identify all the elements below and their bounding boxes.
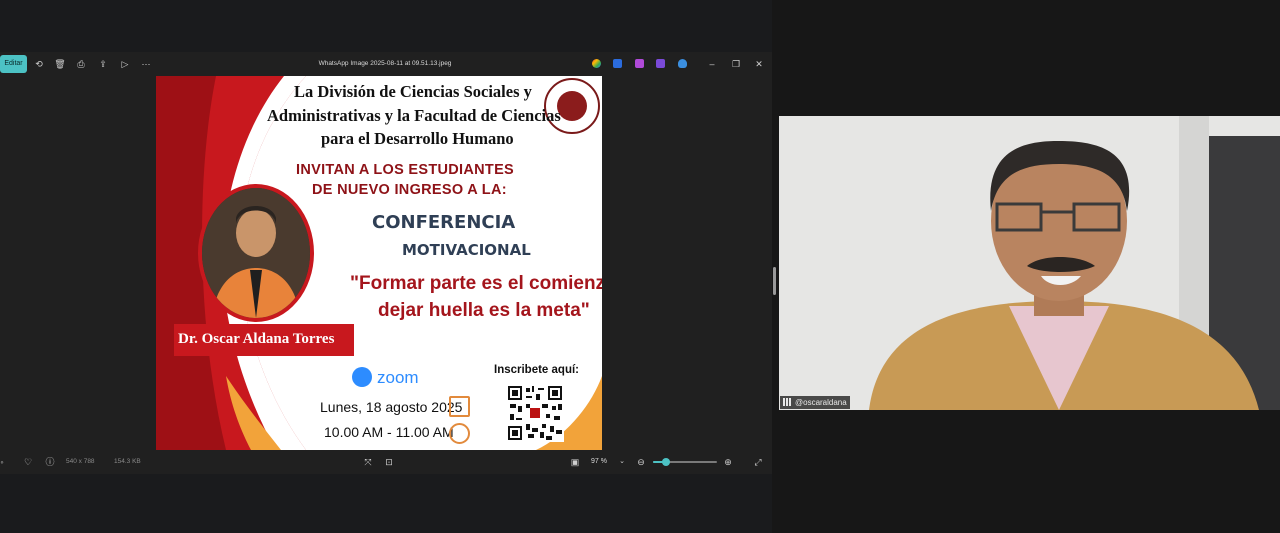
print-icon[interactable]: ⎙ [75, 58, 87, 70]
actual-size-icon[interactable]: ⊡ [383, 456, 395, 468]
clock-icon [449, 423, 470, 444]
participant-name-tag: @oscaraldana [780, 396, 850, 409]
zoom-out-icon[interactable]: ⊖ [635, 456, 647, 468]
zoom-label: zoom [377, 368, 419, 387]
header-line-2: Administrativas y la Facultad de Ciencia… [267, 106, 561, 125]
more-icon[interactable]: ⋯ [140, 58, 152, 70]
chevron-down-icon[interactable]: ⌄ [616, 456, 628, 468]
zoom-level[interactable]: 97 % [588, 456, 610, 468]
fit-icon[interactable]: ⤧ [362, 456, 374, 468]
app-icon-2[interactable] [613, 59, 622, 68]
file-title: WhatsApp Image 2025-08-11 at 09.51.13.jp… [318, 60, 452, 67]
image-dimensions: 540 x 788 [66, 458, 95, 465]
zoom-in-icon[interactable]: ⊕ [722, 456, 734, 468]
event-time: 10.00 AM - 11.00 AM [324, 424, 454, 440]
viewer-bottom-toolbar: ◦ ♡ ⓘ 540 x 788 154.3 KB ⤧ ⊡ ▣ 97 % ⌄ ⊖ … [0, 450, 772, 474]
meeting-stage: Editar ⟲ 🗑 ⎙ ⇪ ▷ ⋯ WhatsApp Image 2025-0… [0, 0, 1280, 533]
favorite-icon[interactable]: ♡ [22, 456, 34, 468]
view-mode-icon[interactable]: ▣ [569, 456, 581, 468]
calendar-icon [449, 396, 470, 417]
speaker-name: Dr. Oscar Aldana Torres [178, 331, 335, 347]
signal-strength-icon [783, 398, 792, 406]
edit-button[interactable]: Editar [0, 55, 27, 73]
maximize-icon[interactable]: ❐ [729, 57, 743, 71]
close-icon[interactable]: ✕ [752, 57, 766, 71]
signup-label: Inscribete aquí: [494, 364, 579, 376]
rotate-icon[interactable]: ⟲ [33, 58, 45, 70]
split-resize-handle[interactable] [773, 267, 776, 295]
info-icon[interactable]: ⓘ [44, 456, 56, 468]
qr-code [506, 384, 564, 442]
app-icon-4[interactable] [656, 59, 665, 68]
share-bottom-margin [0, 474, 772, 533]
participant-video[interactable] [779, 116, 1280, 410]
quote-line-2: dejar huella es la meta" [378, 300, 590, 321]
participant-video-frame [779, 116, 1280, 410]
conference-subtitle: MOTIVACIONAL [402, 241, 531, 259]
back-icon[interactable]: ◦ [0, 456, 8, 468]
slideshow-icon[interactable]: ▷ [119, 58, 131, 70]
photo-viewer-window: Editar ⟲ 🗑 ⎙ ⇪ ▷ ⋯ WhatsApp Image 2025-0… [0, 52, 772, 474]
app-icon-3[interactable] [635, 59, 644, 68]
share-top-margin [0, 0, 772, 52]
header-line-3: para el Desarrollo Humano [321, 129, 514, 148]
header-line-1: La División de Ciencias Sociales y [294, 82, 532, 101]
file-size: 154.3 KB [114, 458, 141, 465]
participant-name: @oscaraldana [795, 398, 847, 407]
poster-image: La División de Ciencias Sociales y Admin… [156, 76, 602, 450]
fullscreen-icon[interactable]: ⤢ [752, 456, 764, 468]
cloud-icon[interactable] [678, 59, 687, 68]
invite-line-1: INVITAN A LOS ESTUDIANTES [296, 162, 515, 178]
viewer-titlebar: Editar ⟲ 🗑 ⎙ ⇪ ▷ ⋯ WhatsApp Image 2025-0… [0, 52, 772, 76]
shared-screen: Editar ⟲ 🗑 ⎙ ⇪ ▷ ⋯ WhatsApp Image 2025-0… [0, 0, 772, 533]
app-icon-1[interactable] [592, 59, 601, 68]
conference-title: CONFERENCIA [372, 212, 516, 233]
quote-line-1: "Formar parte es el comienzo, [350, 273, 602, 294]
zoom-logo-icon [352, 367, 372, 387]
event-date: Lunes, 18 agosto 2025 [320, 399, 463, 415]
minimize-icon[interactable]: – [705, 57, 719, 71]
share-icon[interactable]: ⇪ [97, 58, 109, 70]
speaker-photo [198, 184, 314, 322]
delete-icon[interactable]: 🗑 [54, 58, 66, 70]
invite-line-2: DE NUEVO INGRESO A LA: [312, 182, 507, 198]
zoom-slider-thumb[interactable] [661, 458, 670, 466]
